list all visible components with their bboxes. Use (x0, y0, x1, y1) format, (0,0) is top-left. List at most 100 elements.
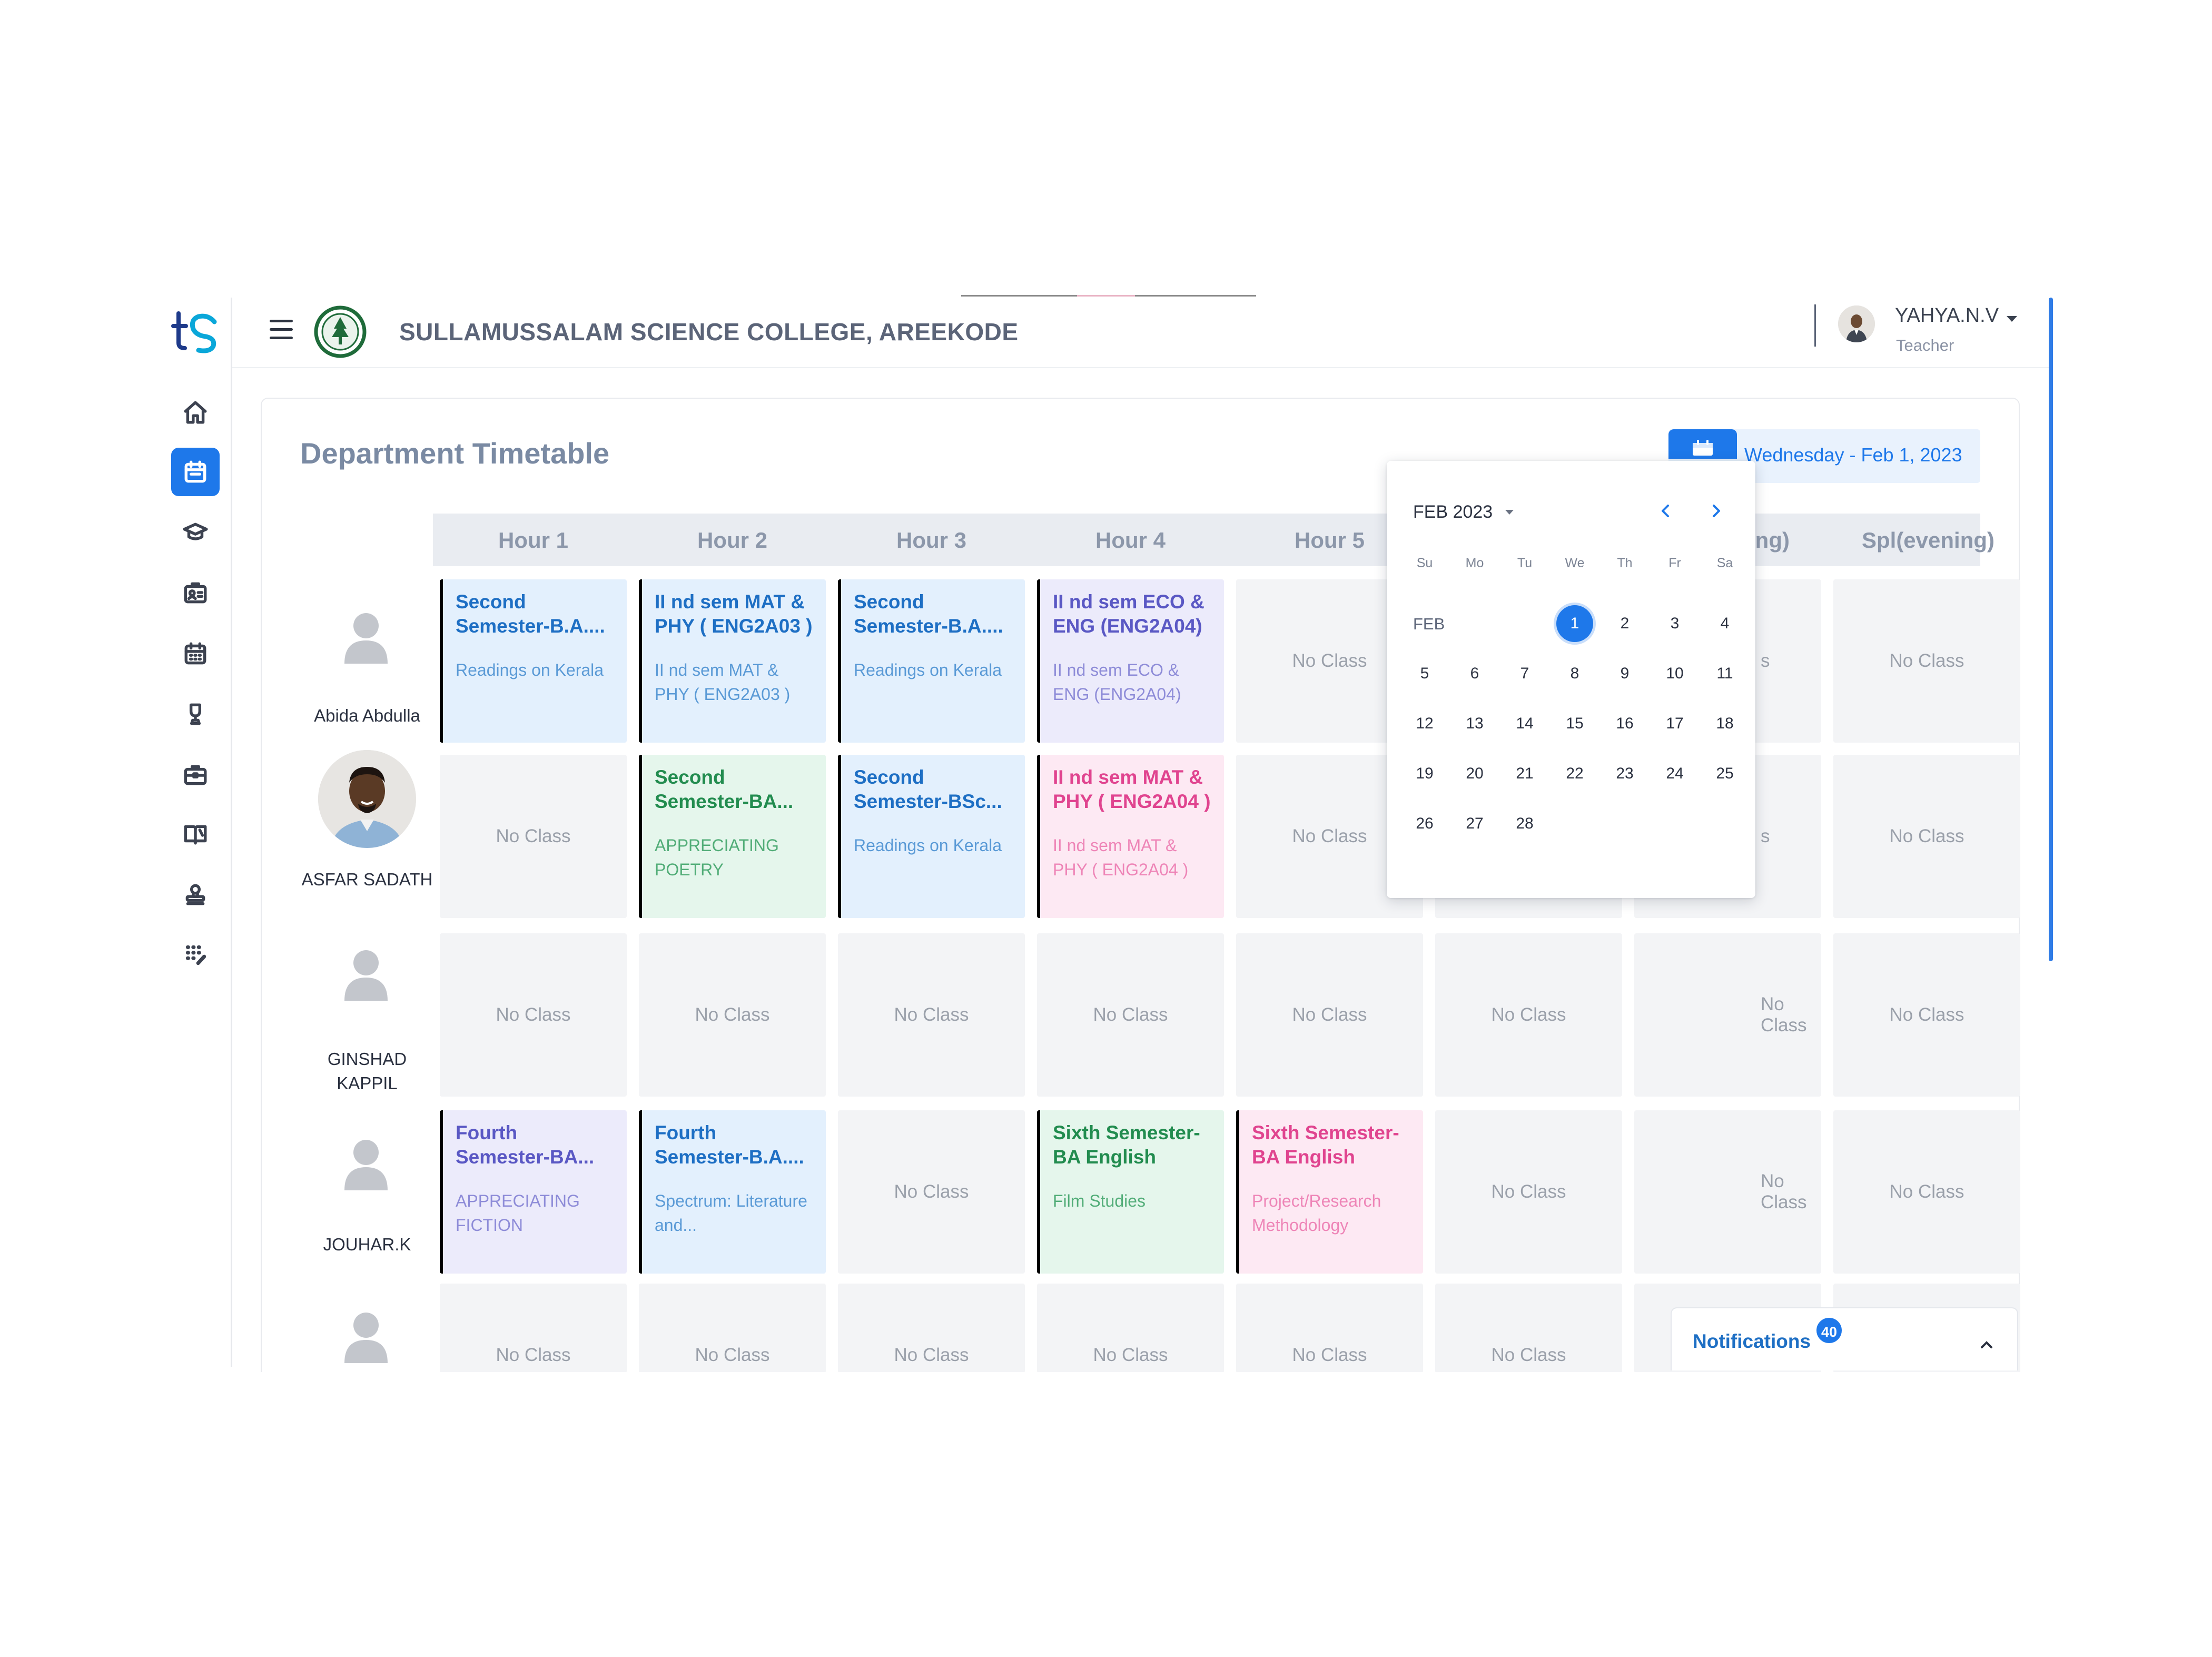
calendar-day[interactable]: 23 (1600, 755, 1650, 792)
class-cell[interactable]: Fourth Semester-BA... APPRECIATING FICTIO… (440, 1110, 627, 1274)
calendar-day-label: 10 (1666, 665, 1684, 682)
no-class-cell[interactable]: No Class (639, 1284, 826, 1373)
selected-date-label[interactable]: Wednesday - Feb 1, 2023 (1744, 444, 1962, 466)
calendar-popup[interactable]: FEB 2023 FEB Su Mo Tu We Th Fr Sa 1 2 3 4 5 6 7 8 9 10 11… (1387, 461, 1755, 898)
calendar-day[interactable]: 3 (1650, 605, 1700, 642)
calendar-day[interactable]: 19 (1400, 755, 1449, 792)
calendar-day[interactable]: 17 (1650, 705, 1700, 742)
no-class-cell[interactable]: No Class (1435, 933, 1622, 1097)
class-cell[interactable]: II nd sem MAT & PHY ( ENG2A03 ) II nd sem… (639, 579, 826, 743)
calendar-day[interactable]: 1 (1550, 605, 1599, 642)
calendar-day-label: 18 (1716, 715, 1734, 732)
class-cell[interactable]: Fourth Semester-B.A.... Spectrum: Literat… (639, 1110, 826, 1274)
previous-month-button[interactable] (1653, 498, 1679, 524)
user-role: Teacher (1896, 336, 1954, 354)
no-class-cell[interactable]: No Class (838, 1284, 1025, 1373)
no-class-cell[interactable]: No Class (1833, 755, 2020, 918)
no-class-cell[interactable]: No Class (838, 933, 1025, 1097)
calendar-day[interactable]: 26 (1400, 805, 1449, 842)
no-class-label: No Class (894, 1004, 969, 1025)
calendar-day[interactable]: 8 (1550, 655, 1599, 692)
no-class-cell[interactable]: No Class (1634, 933, 1821, 1097)
hour-header-2: Hour 2 (697, 528, 767, 553)
calendar-day-label: 28 (1516, 815, 1534, 832)
calendar-day-label: 14 (1516, 715, 1534, 732)
no-class-cell[interactable]: No Class (1833, 579, 2020, 743)
no-class-cell[interactable]: No Class (440, 1284, 627, 1373)
calendar-day[interactable]: 27 (1450, 805, 1499, 842)
next-month-button[interactable] (1703, 498, 1729, 524)
calendar-day[interactable]: 13 (1450, 705, 1499, 742)
calendar-day[interactable]: 21 (1500, 755, 1549, 792)
class-cell[interactable]: Second Semester-B.A.... Readings on Keral… (838, 579, 1025, 743)
graduation-cap-icon[interactable] (171, 508, 220, 557)
calendar-day[interactable]: 20 (1450, 755, 1499, 792)
no-class-cell[interactable]: No Class (1634, 1110, 1821, 1274)
calendar-day[interactable]: 2 (1600, 605, 1650, 642)
class-cell[interactable]: Sixth Semester-BA English Project/Researc… (1236, 1110, 1423, 1274)
class-subject: Project/Research Methodology (1252, 1191, 1381, 1235)
no-class-cell[interactable]: No Class (1435, 1284, 1622, 1373)
calendar-day[interactable]: 7 (1500, 655, 1549, 692)
class-cell[interactable]: Second Semester-B.A.... Readings on Keral… (440, 579, 627, 743)
calendar-day[interactable]: 22 (1550, 755, 1599, 792)
chevron-up-icon[interactable] (1977, 1336, 1996, 1355)
calendar-day[interactable]: 5 (1400, 655, 1449, 692)
notifications-panel[interactable]: Notifications 40 (1671, 1307, 2018, 1370)
class-cell[interactable]: Second Semester-BSc... Readings on Kerala (838, 755, 1025, 918)
trophy-icon[interactable] (171, 690, 220, 738)
no-class-cell[interactable]: No Class (1435, 1110, 1622, 1274)
no-class-cell[interactable]: No Class (1037, 1284, 1224, 1373)
no-class-cell[interactable]: No Class (1833, 933, 2020, 1097)
calendar-day[interactable]: 11 (1700, 655, 1750, 692)
no-class-cell[interactable]: No Class (440, 933, 627, 1097)
app-logo[interactable] (171, 308, 224, 356)
calendar-day[interactable]: 24 (1650, 755, 1700, 792)
calendar-day[interactable]: 9 (1600, 655, 1650, 692)
book-icon[interactable] (171, 810, 220, 859)
briefcase-icon[interactable] (171, 751, 220, 799)
calendar-day[interactable]: 6 (1450, 655, 1499, 692)
stamp-icon[interactable] (171, 870, 220, 919)
calendar-day[interactable]: 28 (1500, 805, 1549, 842)
page-scrollbar[interactable] (2049, 298, 2053, 961)
chevron-down-icon[interactable] (2007, 316, 2017, 322)
calendar-icon[interactable] (171, 448, 220, 496)
class-cell[interactable]: Sixth Semester-BA English Film Studies (1037, 1110, 1224, 1274)
no-class-cell[interactable]: No Class (1833, 1110, 2020, 1274)
no-class-cell[interactable]: No Class (639, 933, 826, 1097)
class-cell[interactable]: II nd sem ECO & ENG (ENG2A04) II nd sem E… (1037, 579, 1224, 743)
no-class-cell[interactable]: No Class (440, 755, 627, 918)
date-picker-button[interactable] (1668, 429, 1737, 459)
no-class-cell[interactable]: No Class (1037, 933, 1224, 1097)
calendar-day[interactable]: 15 (1550, 705, 1599, 742)
calendar-grid-icon[interactable] (171, 629, 220, 678)
calendar-day[interactable]: 18 (1700, 705, 1750, 742)
class-cell[interactable]: Second Semester-BA... APPRECIATING POETRY (639, 755, 826, 918)
id-card-icon[interactable] (171, 569, 220, 617)
no-class-cell[interactable]: No Class (1236, 933, 1423, 1097)
college-name: SULLAMUSSALAM SCIENCE COLLEGE, AREEKODE (399, 318, 1019, 346)
calendar-day-label: 1 (1556, 605, 1593, 642)
user-name[interactable]: YAHYA.N.V (1895, 304, 1999, 327)
calendar-day[interactable]: 10 (1650, 655, 1700, 692)
calendar-day[interactable]: 25 (1700, 755, 1750, 792)
class-title: II nd sem MAT & PHY ( ENG2A04 ) (1053, 766, 1211, 813)
apps-grid-icon[interactable] (171, 931, 220, 979)
calendar-month-select[interactable]: FEB 2023 (1413, 502, 1493, 522)
calendar-day[interactable]: 4 (1700, 605, 1750, 642)
user-avatar[interactable] (1838, 305, 1875, 342)
class-cell[interactable]: II nd sem MAT & PHY ( ENG2A04 ) II nd sem… (1037, 755, 1224, 918)
class-subject: APPRECIATING FICTION (456, 1191, 580, 1235)
notifications-label[interactable]: Notifications (1693, 1330, 1811, 1353)
calendar-day[interactable]: 12 (1400, 705, 1449, 742)
home-icon[interactable] (171, 388, 220, 437)
calendar-day-label: 15 (1566, 715, 1584, 732)
no-class-label: No Class (894, 1181, 969, 1202)
no-class-cell[interactable]: No Class (838, 1110, 1025, 1274)
no-class-cell[interactable]: No Class (1236, 1284, 1423, 1373)
menu-toggle-button[interactable] (270, 320, 293, 343)
calendar-day[interactable]: 14 (1500, 705, 1549, 742)
calendar-day[interactable]: 16 (1600, 705, 1650, 742)
chevron-down-icon[interactable] (1505, 510, 1514, 515)
